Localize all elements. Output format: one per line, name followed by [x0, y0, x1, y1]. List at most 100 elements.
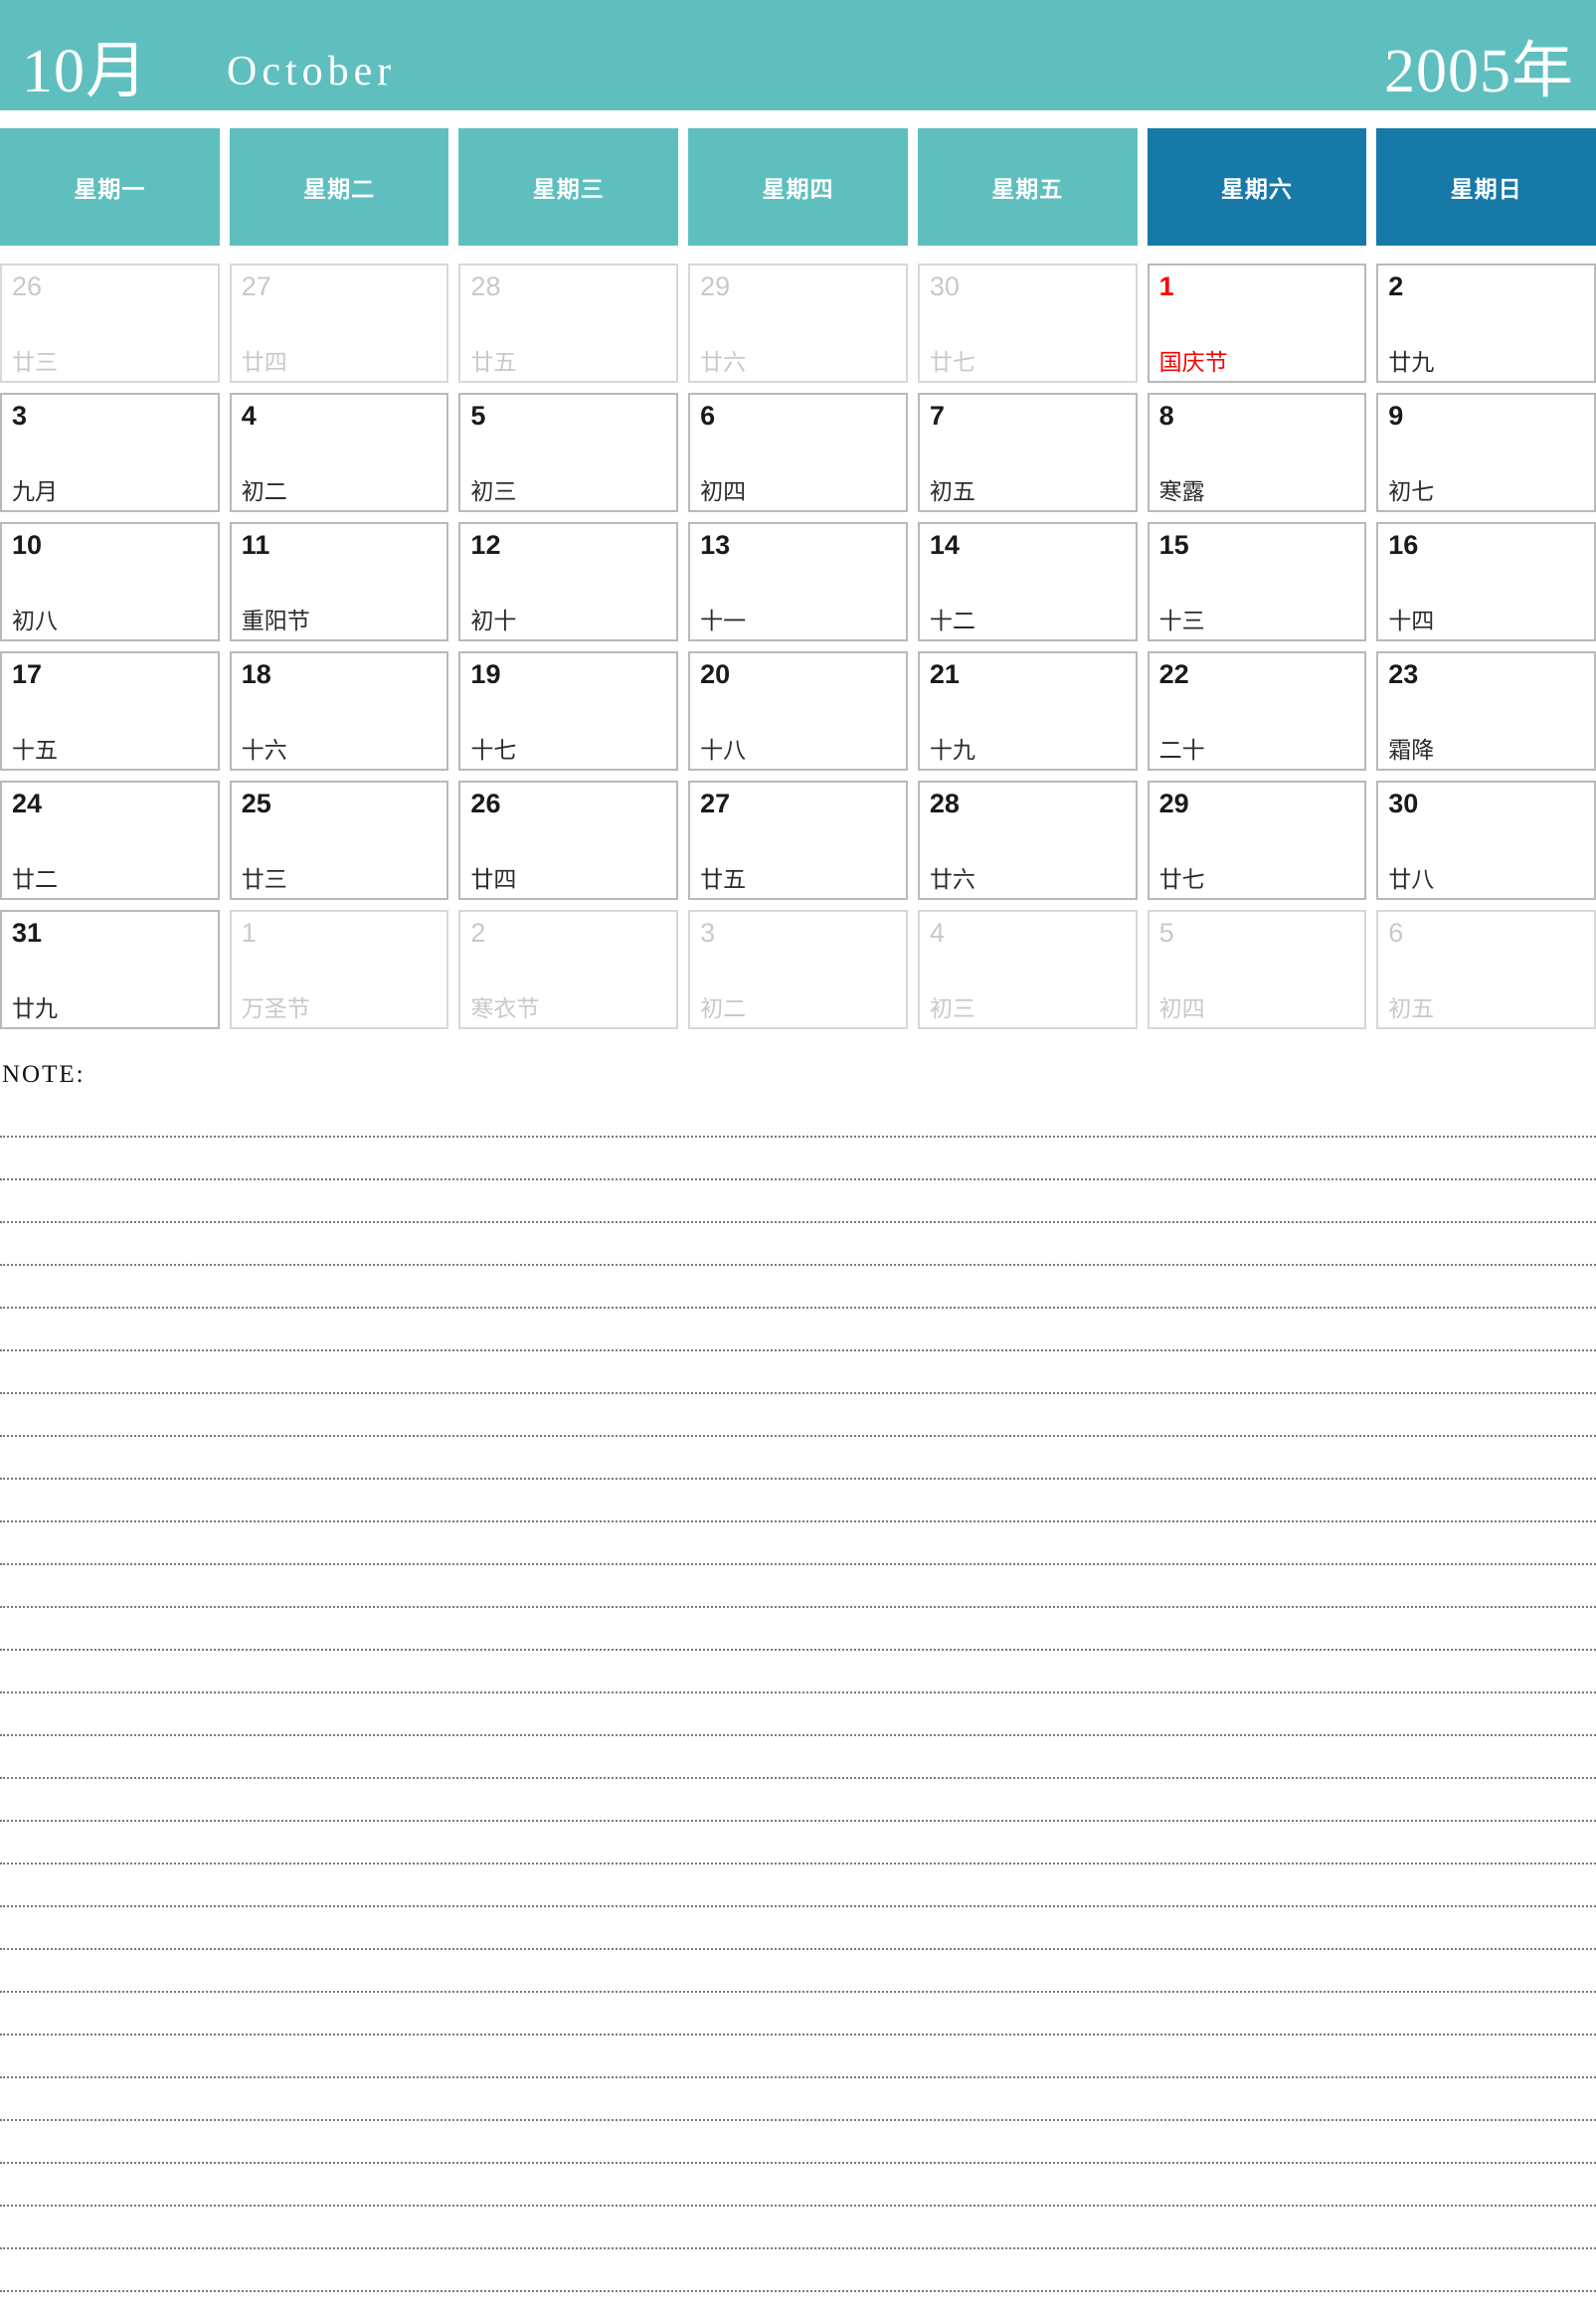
day-number: 26	[12, 271, 43, 301]
day-lunar-label: 廿九	[12, 996, 58, 1021]
day-cell[interactable]: 2 寒衣节	[458, 910, 679, 1029]
day-lunar-label: 初五	[1388, 996, 1435, 1021]
day-cell[interactable]: 4 初三	[917, 910, 1138, 1029]
day-cell[interactable]: 4 初二	[229, 393, 449, 512]
note-line[interactable]	[0, 2207, 1596, 2249]
day-cell[interactable]: 20 十八	[688, 651, 908, 771]
day-number: 10	[12, 530, 43, 560]
day-cell[interactable]: 17 十五	[0, 651, 220, 771]
note-line[interactable]	[0, 2121, 1596, 2164]
month-label-chinese: 10月	[22, 38, 149, 105]
day-number: 28	[929, 789, 960, 818]
day-cell[interactable]: 6 初五	[1376, 910, 1596, 1029]
note-label: NOTE:	[2, 1061, 86, 1088]
note-line[interactable]	[0, 1907, 1596, 1950]
note-line[interactable]	[0, 1822, 1596, 1865]
day-number: 5	[1158, 918, 1174, 948]
calendar-date-grid: 26 廿三 27 廿四 28 廿五 29 廿六 30 廿七 1 国庆节 2 廿九 3 九月 4 初二 5 初三 6 初四 7…	[0, 264, 1596, 1029]
day-lunar-label: 廿七	[1158, 867, 1205, 892]
note-line[interactable]	[0, 1865, 1596, 1907]
day-cell[interactable]: 16 十四	[1376, 522, 1596, 641]
day-cell[interactable]: 29 廿七	[1147, 781, 1367, 900]
day-cell[interactable]: 8 寒露	[1147, 393, 1367, 512]
note-line[interactable]	[0, 1394, 1596, 1437]
day-cell[interactable]: 30 廿七	[917, 264, 1138, 383]
note-line[interactable]	[0, 1950, 1596, 1993]
day-cell[interactable]: 3 九月	[0, 393, 220, 512]
weekday-header-6: 星期日	[1376, 128, 1596, 246]
day-cell[interactable]: 24 廿二	[0, 781, 220, 900]
day-cell[interactable]: 11 重阳节	[229, 522, 449, 641]
day-lunar-label: 廿二	[12, 867, 58, 892]
note-line[interactable]	[0, 1309, 1596, 1351]
day-lunar-label: 寒露	[1158, 479, 1205, 504]
day-cell[interactable]: 26 廿三	[0, 264, 220, 383]
day-cell[interactable]: 2 廿九	[1376, 264, 1596, 383]
day-cell[interactable]: 26 廿四	[458, 781, 679, 900]
note-line[interactable]	[0, 1608, 1596, 1651]
day-cell[interactable]: 22 二十	[1147, 651, 1367, 771]
note-line[interactable]	[0, 1693, 1596, 1736]
day-lunar-label: 十一	[700, 609, 747, 633]
day-number: 4	[241, 401, 257, 431]
note-line[interactable]	[0, 1266, 1596, 1309]
day-cell[interactable]: 5 初三	[458, 393, 679, 512]
note-lines[interactable]	[0, 1095, 1596, 2292]
day-cell[interactable]: 31 廿九	[0, 910, 220, 1029]
note-line[interactable]	[0, 2164, 1596, 2207]
note-line[interactable]	[0, 1779, 1596, 1822]
day-cell[interactable]: 10 初八	[0, 522, 220, 641]
note-line[interactable]	[0, 1095, 1596, 1138]
day-cell[interactable]: 28 廿六	[917, 781, 1138, 900]
note-line[interactable]	[0, 2036, 1596, 2078]
weekday-header-4: 星期五	[917, 128, 1138, 246]
day-number: 4	[929, 918, 945, 948]
calendar-header-banner: 10月 October 2005年	[0, 0, 1596, 110]
note-line[interactable]	[0, 1138, 1596, 1180]
day-cell[interactable]: 27 廿五	[688, 781, 908, 900]
day-cell[interactable]: 9 初七	[1376, 393, 1596, 512]
day-cell[interactable]: 3 初二	[688, 910, 908, 1029]
day-cell[interactable]: 6 初四	[688, 393, 908, 512]
note-line[interactable]	[0, 1993, 1596, 2036]
day-cell[interactable]: 23 霜降	[1376, 651, 1596, 771]
note-line[interactable]	[0, 1736, 1596, 1779]
day-cell[interactable]: 13 十一	[688, 522, 908, 641]
note-line[interactable]	[0, 1351, 1596, 1394]
day-cell[interactable]: 15 十三	[1147, 522, 1367, 641]
day-cell[interactable]: 21 十九	[917, 651, 1138, 771]
day-cell[interactable]: 7 初五	[917, 393, 1138, 512]
day-cell[interactable]: 27 廿四	[229, 264, 449, 383]
day-cell[interactable]: 1 国庆节	[1147, 264, 1367, 383]
day-cell[interactable]: 12 初十	[458, 522, 679, 641]
note-line[interactable]	[0, 1480, 1596, 1522]
note-line[interactable]	[0, 2078, 1596, 2121]
day-cell[interactable]: 29 廿六	[688, 264, 908, 383]
day-number: 2	[470, 918, 486, 948]
weekday-header-1: 星期二	[229, 128, 449, 246]
day-number: 29	[700, 271, 731, 301]
day-lunar-label: 初三	[470, 479, 517, 504]
note-line[interactable]	[0, 2249, 1596, 2292]
note-line[interactable]	[0, 1223, 1596, 1266]
day-lunar-label: 廿八	[1388, 867, 1435, 892]
day-cell[interactable]: 19 十七	[458, 651, 679, 771]
day-cell[interactable]: 30 廿八	[1376, 781, 1596, 900]
day-cell[interactable]: 18 十六	[229, 651, 449, 771]
day-cell[interactable]: 5 初四	[1147, 910, 1367, 1029]
note-line[interactable]	[0, 1437, 1596, 1480]
day-number: 11	[241, 530, 270, 560]
day-number: 27	[700, 789, 731, 818]
note-line[interactable]	[0, 1565, 1596, 1608]
day-lunar-label: 初十	[470, 609, 517, 633]
day-cell[interactable]: 25 廿三	[229, 781, 449, 900]
weekday-header-row: 星期一 星期二 星期三 星期四 星期五 星期六 星期日	[0, 128, 1596, 246]
day-number: 3	[700, 918, 716, 948]
day-lunar-label: 十九	[929, 738, 975, 763]
day-cell[interactable]: 1 万圣节	[229, 910, 449, 1029]
note-line[interactable]	[0, 1180, 1596, 1223]
note-line[interactable]	[0, 1651, 1596, 1693]
note-line[interactable]	[0, 1522, 1596, 1565]
day-cell[interactable]: 14 十二	[917, 522, 1138, 641]
day-cell[interactable]: 28 廿五	[458, 264, 679, 383]
